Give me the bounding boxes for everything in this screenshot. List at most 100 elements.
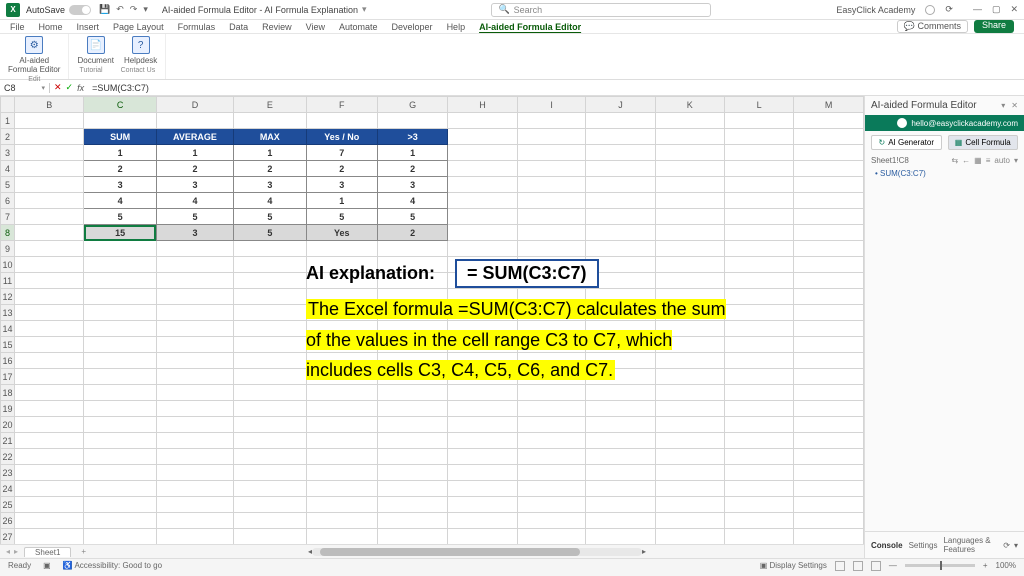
cell-H18[interactable] [448,385,518,401]
fx-icon[interactable]: fx [77,83,84,93]
cell-C17[interactable] [84,369,156,385]
cell-D15[interactable] [156,337,233,353]
cell-M12[interactable] [794,289,864,305]
cell-M11[interactable] [794,273,864,289]
tool-list-icon[interactable]: ≡ [986,156,991,165]
cell-E4[interactable]: 2 [234,161,306,177]
cell-H25[interactable] [448,497,518,513]
cell-L25[interactable] [724,497,793,513]
cell-B20[interactable] [15,417,84,433]
cell-I1[interactable] [517,113,586,129]
cell-C15[interactable] [84,337,156,353]
row-header-18[interactable]: 18 [1,385,15,401]
cell-E14[interactable] [234,321,306,337]
cell-B19[interactable] [15,401,84,417]
cell-K27[interactable] [655,529,724,545]
avatar-icon[interactable] [925,5,935,15]
cell-L1[interactable] [724,113,793,129]
cell-H27[interactable] [448,529,518,545]
languages-features-tab[interactable]: Languages & Features [943,536,997,554]
cell-G27[interactable] [377,529,447,545]
column-header-M[interactable]: M [794,97,864,113]
row-header-15[interactable]: 15 [1,337,15,353]
cell-E21[interactable] [234,433,306,449]
display-settings[interactable]: ▣ Display Settings [760,561,827,570]
row-header-24[interactable]: 24 [1,481,15,497]
cell-L26[interactable] [724,513,793,529]
panel-close-icon[interactable]: ✕ [1011,101,1018,110]
cell-H2[interactable] [448,129,518,145]
cell-M19[interactable] [794,401,864,417]
cell-B5[interactable] [15,177,84,193]
cell-K23[interactable] [655,465,724,481]
cell-L9[interactable] [724,241,793,257]
cell-D7[interactable]: 5 [156,209,233,225]
cell-G9[interactable] [377,241,447,257]
cell-D21[interactable] [156,433,233,449]
row-header-25[interactable]: 25 [1,497,15,513]
cell-B17[interactable] [15,369,84,385]
cell-E15[interactable] [234,337,306,353]
row-header-7[interactable]: 7 [1,209,15,225]
status-accessibility[interactable]: ♿ Accessibility: Good to go [63,561,162,570]
cell-K21[interactable] [655,433,724,449]
cell-D19[interactable] [156,401,233,417]
cell-G24[interactable] [377,481,447,497]
row-header-21[interactable]: 21 [1,433,15,449]
cell-B24[interactable] [15,481,84,497]
cell-G2[interactable]: >3 [377,129,447,145]
cell-L5[interactable] [724,177,793,193]
cell-G6[interactable]: 4 [377,193,447,209]
row-header-16[interactable]: 16 [1,353,15,369]
cell-I3[interactable] [517,145,586,161]
console-chevron-icon[interactable]: ▾ [1014,541,1018,550]
row-header-3[interactable]: 3 [1,145,15,161]
cell-K25[interactable] [655,497,724,513]
share-button[interactable]: Share [974,20,1014,33]
cell-J5[interactable] [586,177,655,193]
cell-E10[interactable] [234,257,306,273]
cell-M23[interactable] [794,465,864,481]
cell-F4[interactable]: 2 [306,161,377,177]
cell-C7[interactable]: 5 [84,209,156,225]
cell-F22[interactable] [306,449,377,465]
cell-B25[interactable] [15,497,84,513]
cell-C24[interactable] [84,481,156,497]
save-icon[interactable]: 💾 [99,4,110,15]
column-header-B[interactable]: B [15,97,84,113]
cell-F25[interactable] [306,497,377,513]
tab-developer[interactable]: Developer [392,22,433,32]
cell-M16[interactable] [794,353,864,369]
cell-J23[interactable] [586,465,655,481]
cell-C11[interactable] [84,273,156,289]
cell-K6[interactable] [655,193,724,209]
cell-E9[interactable] [234,241,306,257]
helpdesk-button[interactable]: ? Helpdesk [124,36,157,65]
cell-C20[interactable] [84,417,156,433]
sync-icon[interactable]: ⟳ [945,4,953,15]
cell-I23[interactable] [517,465,586,481]
row-header-17[interactable]: 17 [1,369,15,385]
undo-icon[interactable]: ↶ [116,4,124,15]
cell-L2[interactable] [724,129,793,145]
cell-M6[interactable] [794,193,864,209]
cell-F3[interactable]: 7 [306,145,377,161]
cell-G3[interactable]: 1 [377,145,447,161]
cell-I19[interactable] [517,401,586,417]
cell-F24[interactable] [306,481,377,497]
cell-G20[interactable] [377,417,447,433]
cell-D4[interactable]: 2 [156,161,233,177]
tab-cell-formula[interactable]: ▦Cell Formula [948,135,1019,150]
account-name[interactable]: EasyClick Academy [836,5,915,15]
cell-E22[interactable] [234,449,306,465]
cell-F2[interactable]: Yes / No [306,129,377,145]
row-header-23[interactable]: 23 [1,465,15,481]
row-header-8[interactable]: 8 [1,225,15,241]
tool-split-icon[interactable]: ⇆ [951,156,958,165]
row-header-11[interactable]: 11 [1,273,15,289]
cell-E2[interactable]: MAX [234,129,306,145]
cell-J20[interactable] [586,417,655,433]
cell-H8[interactable] [448,225,518,241]
cell-H4[interactable] [448,161,518,177]
cell-I18[interactable] [517,385,586,401]
